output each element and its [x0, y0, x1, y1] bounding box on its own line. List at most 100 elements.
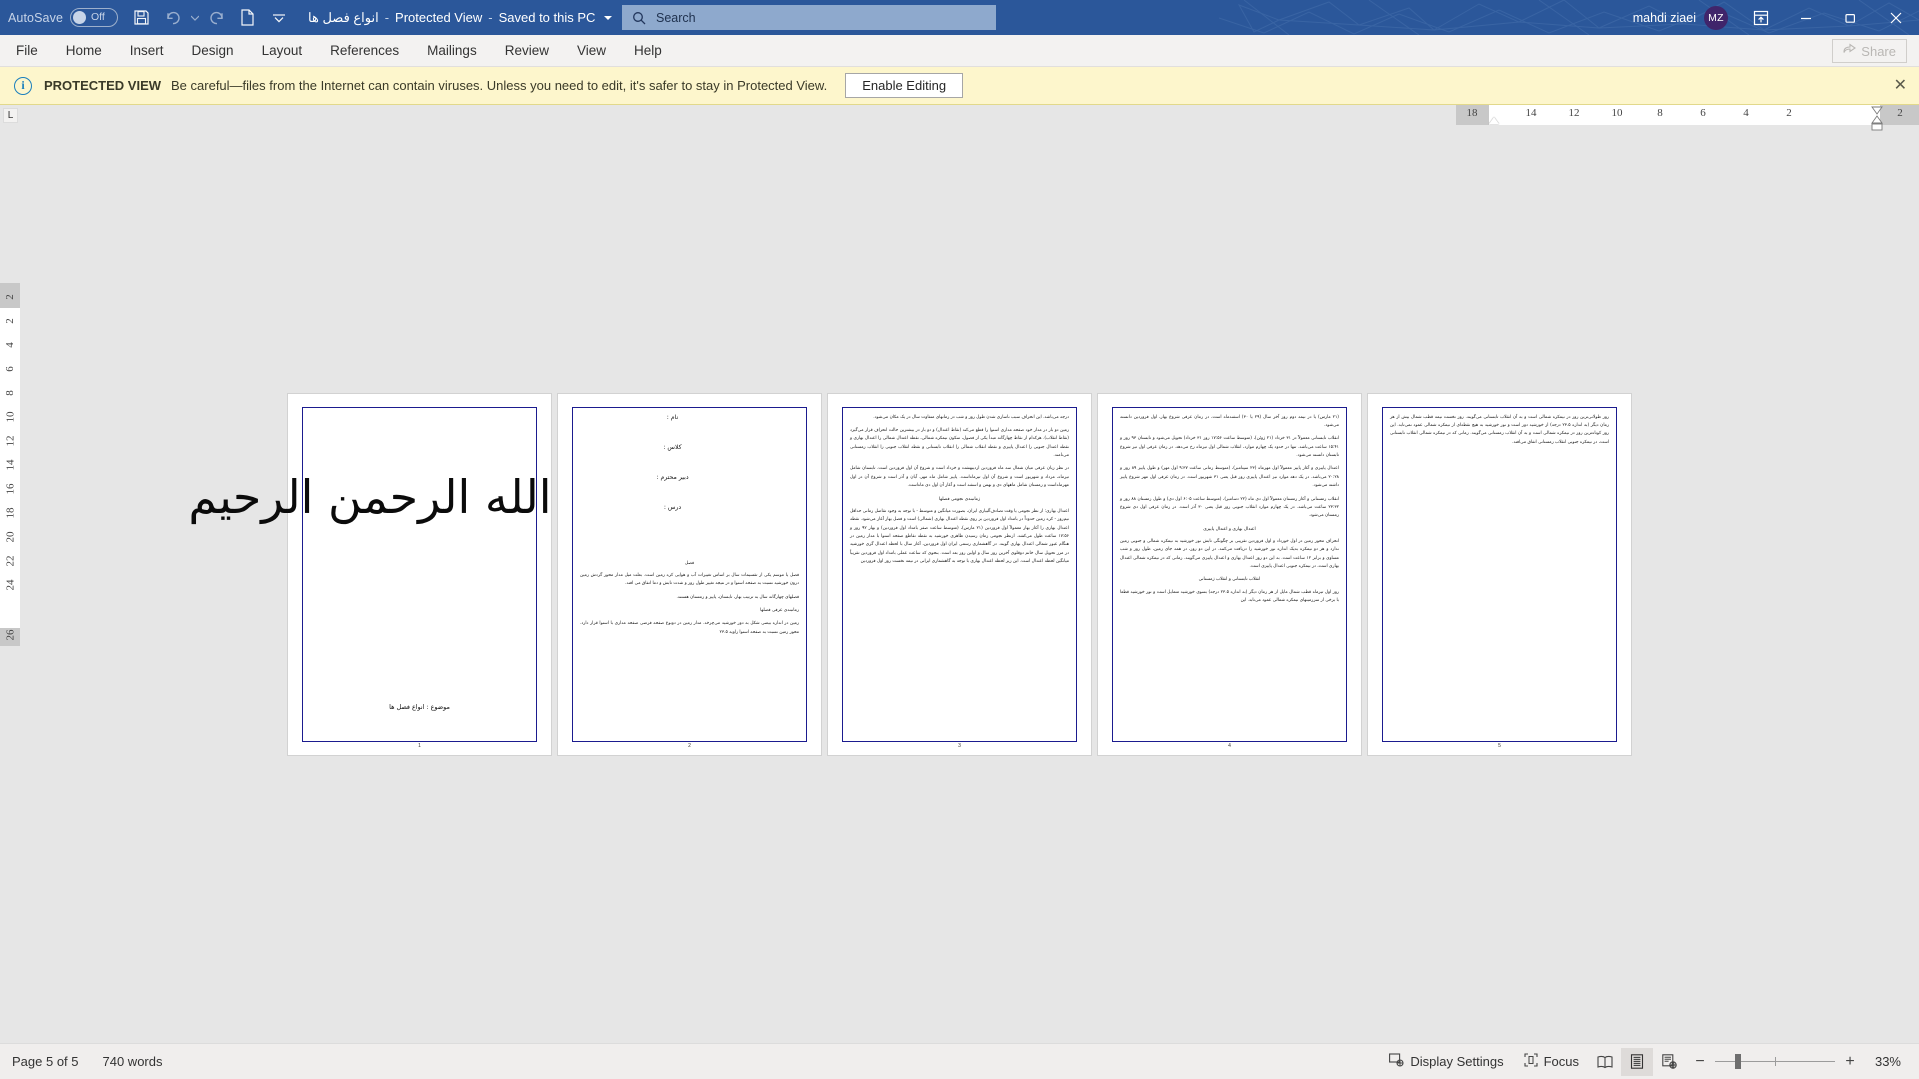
page-number: 4	[1228, 742, 1231, 749]
paragraph: روز اول تیرماه قطب شمال مایل از هر زمان …	[1120, 589, 1339, 604]
tab-mailings[interactable]: Mailings	[413, 35, 491, 66]
new-document-icon[interactable]	[232, 2, 263, 33]
paragraph: انقلاب تابستانی معمولاً در ۳۱ خرداد (۲۱ …	[1120, 436, 1339, 458]
paragraph: فصلهای چهارگانه سال به ترتیب بهار، تابست…	[676, 594, 799, 600]
close-icon[interactable]	[1873, 0, 1919, 35]
undo-icon[interactable]	[157, 2, 188, 33]
tab-help[interactable]: Help	[620, 35, 676, 66]
tab-file[interactable]: File	[0, 35, 52, 66]
paragraph: انحراف محور زمین در اول خورداد و اول فرو…	[1120, 538, 1339, 570]
autosave-state: Off	[91, 11, 105, 24]
protected-view-title: PROTECTED VIEW	[44, 78, 162, 93]
paragraph: (۲۱ مارس) یا در نیمه دوم روز آخر سال (۲۹…	[1120, 414, 1339, 428]
chevron-down-icon[interactable]	[604, 15, 613, 20]
paragraph: فصل یا موسم یکی از تقسیمات سال بر اساس ت…	[580, 572, 799, 587]
paragraph: زمین دو بار در مدار خود صفحه مداری استوا…	[850, 427, 1069, 458]
tab-insert[interactable]: Insert	[116, 35, 178, 66]
save-icon[interactable]	[126, 2, 157, 33]
web-layout-icon[interactable]	[1653, 1048, 1685, 1076]
page-4[interactable]: (۲۱ مارس) یا در نیمه دوم روز آخر سال (۲۹…	[1098, 393, 1361, 755]
cover-subject: موضوع : انواع فصل ها	[389, 702, 450, 711]
form-field-name: نام :	[666, 413, 679, 421]
tab-design[interactable]: Design	[178, 35, 248, 66]
zoom-slider[interactable]	[1715, 1054, 1835, 1069]
page-number: 1	[418, 742, 421, 749]
redo-icon[interactable]	[201, 2, 232, 33]
avatar[interactable]: MZ	[1704, 5, 1728, 30]
paragraph: زمین در اندازه بیضی شکل به دور خورشید می…	[580, 621, 799, 635]
status-right-group: Display Settings Focus − + 33%	[1379, 1047, 1909, 1076]
ribbon-display-options-icon[interactable]	[1738, 0, 1783, 35]
page-border	[302, 406, 537, 742]
paragraph: اعتدال پاییزی و آغاز پاییز معمولاً اول م…	[1120, 466, 1339, 489]
tab-references[interactable]: References	[316, 35, 413, 66]
read-mode-icon[interactable]	[1589, 1048, 1621, 1076]
focus-icon	[1524, 1053, 1538, 1070]
page-content: نام : کلاس : دبیر محترم : درس : فصل فصل …	[580, 414, 799, 733]
page-content: درجه می‌باشد. این انحراف سبب ناسازی شدن …	[850, 414, 1069, 733]
close-icon[interactable]: ✕	[1894, 77, 1907, 94]
search-placeholder: Search	[656, 10, 696, 25]
account-name[interactable]: mahdi ziaei	[1633, 11, 1696, 25]
zoom-out-icon[interactable]: −	[1693, 1053, 1707, 1071]
protected-view-bar: i PROTECTED VIEW Be careful—files from t…	[0, 67, 1919, 105]
paragraph: در نظر زبان عرفی میان شمال سه ماه فروردی…	[850, 466, 1069, 489]
tab-home[interactable]: Home	[52, 35, 116, 66]
focus-label: Focus	[1543, 1054, 1579, 1069]
paragraph: روز طولانی‌ترین روز در نیمکره شمالی است …	[1390, 414, 1610, 445]
restore-icon[interactable]	[1828, 0, 1873, 35]
section-heading: اعتدال بهاری و اعتدال پاییزی	[1203, 526, 1256, 532]
display-settings-icon	[1389, 1053, 1404, 1070]
zoom-level[interactable]: 33%	[1865, 1054, 1901, 1069]
page-3[interactable]: درجه می‌باشد. این انحراف سبب ناسازی شدن …	[828, 393, 1091, 755]
document-title[interactable]: انواع فصل ها	[308, 10, 379, 26]
status-left-group: Page 5 of 5 740 words	[0, 1054, 162, 1069]
search-box[interactable]: Search	[622, 5, 996, 30]
tab-review[interactable]: Review	[491, 35, 563, 66]
ribbon-tabs: File Home Insert Design Layout Reference…	[0, 35, 1919, 67]
toggle-knob	[73, 11, 87, 24]
title-separator-2: -	[488, 10, 493, 25]
word-count[interactable]: 740 words	[103, 1054, 163, 1069]
document-workspace: 18 14 12 10 8 6 4 2 2 2 2 4 6 8 10 12 14…	[0, 105, 1919, 1043]
paragraph: اعتدال بهاری: از نظر نجومی یا وقت تصادف‌…	[850, 508, 1069, 565]
focus-button[interactable]: Focus	[1514, 1048, 1589, 1076]
zoom-in-icon[interactable]: +	[1843, 1053, 1857, 1071]
saved-location-status[interactable]: Saved to this PC	[499, 10, 596, 25]
info-icon: i	[14, 76, 32, 95]
page-number: 3	[958, 742, 961, 749]
undo-dropdown-icon[interactable]	[188, 2, 201, 33]
page-number: 5	[1498, 742, 1501, 749]
page-indicator[interactable]: Page 5 of 5	[12, 1054, 79, 1069]
display-settings-button[interactable]: Display Settings	[1379, 1048, 1513, 1076]
section-heading: انقلاب تابستانی و انقلاب زمستانی	[1198, 577, 1261, 583]
form-field-teacher: دبیر محترم :	[656, 473, 689, 481]
section-heading: زمانبندی نجومی فصلها	[938, 496, 981, 502]
share-label: Share	[1861, 43, 1896, 59]
print-layout-icon[interactable]	[1621, 1047, 1653, 1076]
status-bar: Page 5 of 5 740 words Display Settings F…	[0, 1043, 1919, 1079]
paragraph: زمانبندی عرفی فصلها	[760, 607, 799, 613]
page-5[interactable]: روز طولانی‌ترین روز در نیمکره شمالی است …	[1368, 393, 1631, 755]
zoom-slider-thumb[interactable]	[1735, 1054, 1741, 1069]
form-field-class: کلاس :	[663, 443, 682, 451]
title-bar: AutoSave Off انواع فصل ها - Protected Vi…	[0, 0, 1919, 35]
display-settings-label: Display Settings	[1410, 1054, 1504, 1069]
protected-view-status: Protected View	[395, 10, 483, 25]
page-2[interactable]: نام : کلاس : دبیر محترم : درس : فصل فصل …	[558, 393, 821, 755]
enable-editing-button[interactable]: Enable Editing	[845, 73, 964, 98]
document-title-group: انواع فصل ها - Protected View - Saved to…	[308, 10, 613, 26]
title-separator-1: -	[384, 10, 390, 25]
tab-layout[interactable]: Layout	[248, 35, 317, 66]
page-1[interactable]: بسم الله الرحمن الرحیم موضوع : انواع فصل…	[188, 393, 651, 755]
autosave-label: AutoSave	[8, 10, 64, 25]
tab-view[interactable]: View	[563, 35, 620, 66]
autosave-toggle[interactable]: Off	[70, 8, 119, 27]
form-field-subject: درس :	[663, 503, 682, 511]
titlebar-right-group: mahdi ziaei MZ	[1633, 0, 1919, 35]
protected-view-message: Be careful—files from the Internet can c…	[171, 78, 828, 93]
zoom-control: − + 33%	[1685, 1053, 1909, 1071]
customize-quick-access-icon[interactable]	[263, 2, 294, 33]
minimize-icon[interactable]	[1783, 0, 1828, 35]
page-content: (۲۱ مارس) یا در نیمه دوم روز آخر سال (۲۹…	[1120, 414, 1339, 733]
